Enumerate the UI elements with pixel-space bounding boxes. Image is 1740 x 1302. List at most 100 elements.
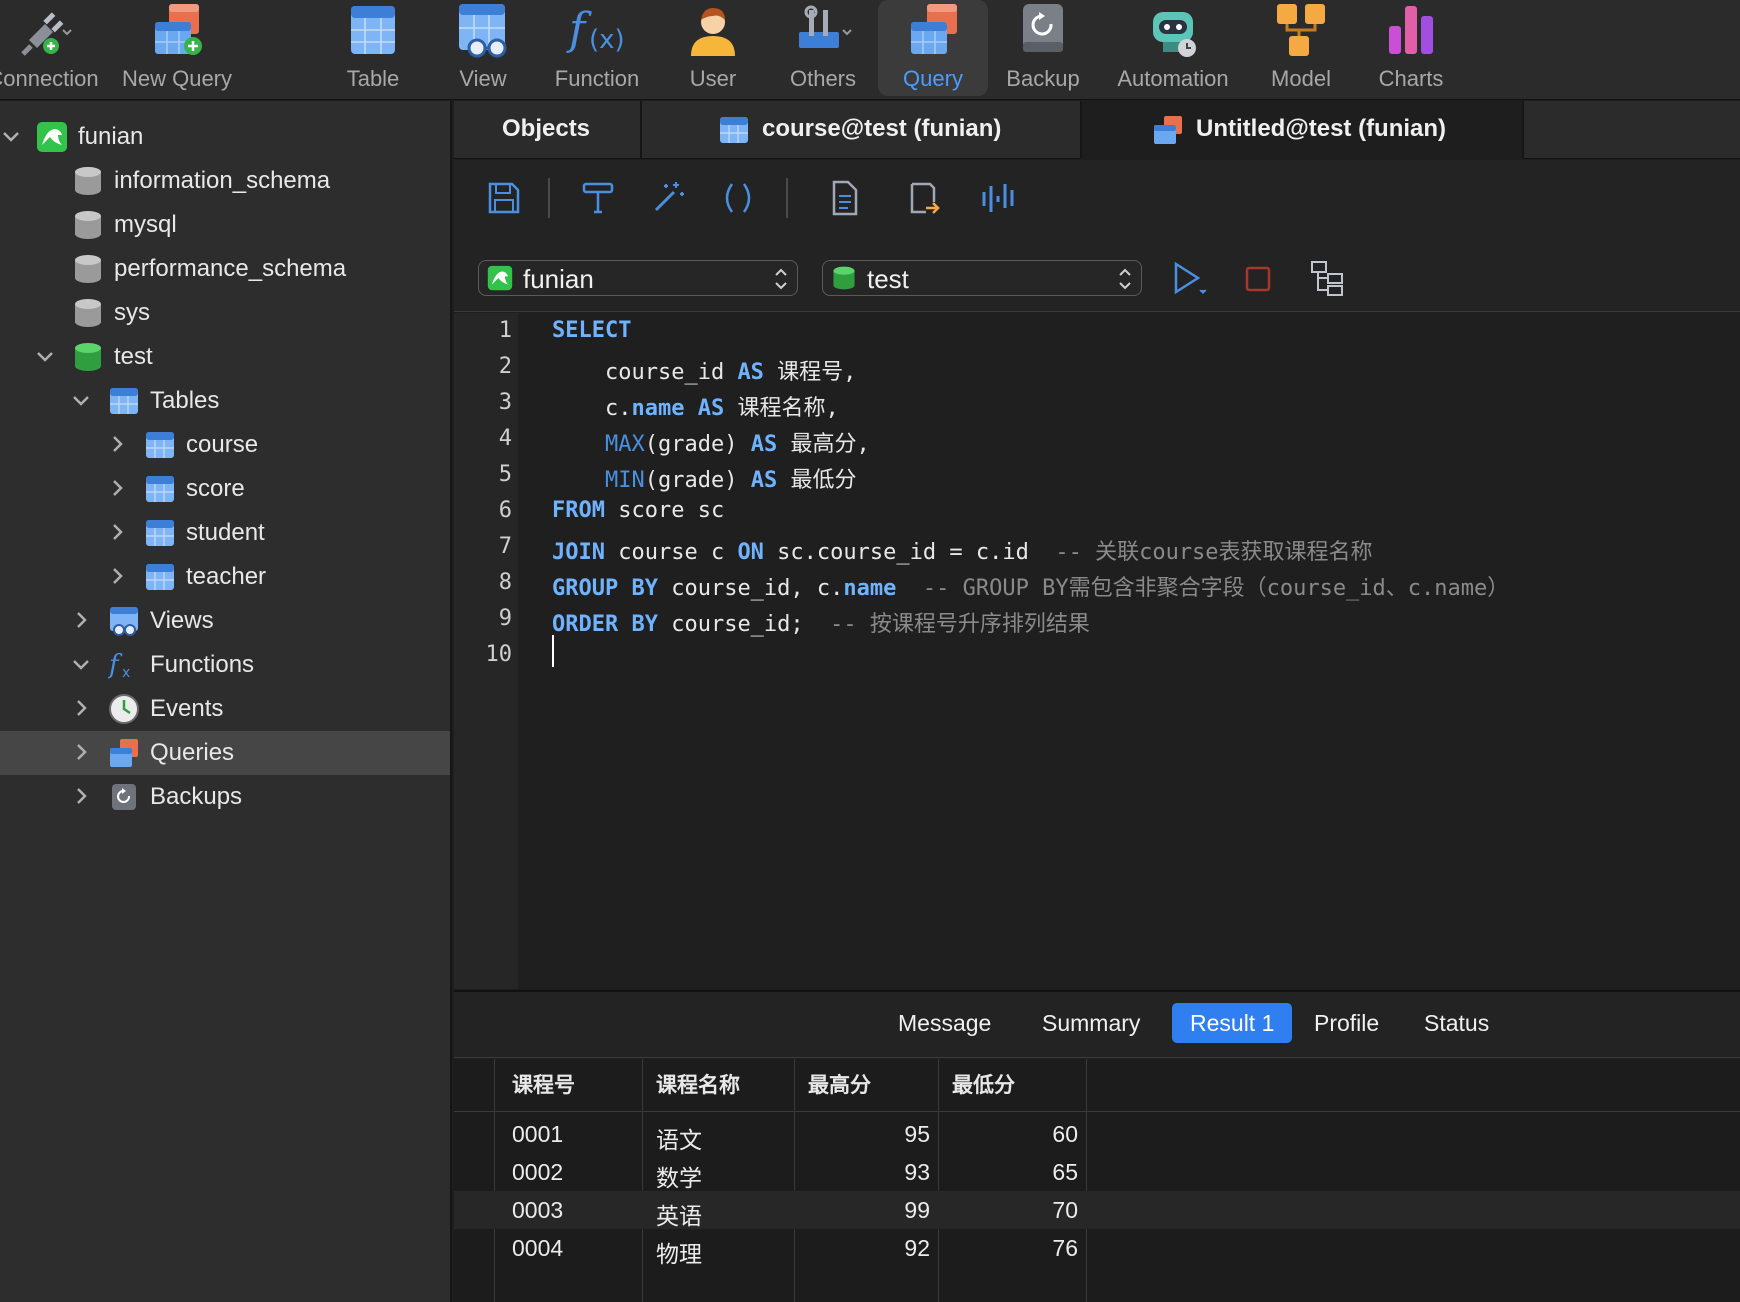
chevron-right-icon[interactable] [70,785,92,807]
cell[interactable]: 0003 [512,1197,563,1224]
cell[interactable]: 92 [804,1235,930,1262]
tree-views-folder[interactable]: Views [0,599,450,643]
tree-db-sys[interactable]: sys [0,291,450,335]
tree-db-information-schema[interactable]: information_schema [0,159,450,203]
document-icon[interactable] [824,178,864,218]
beautify-sql-icon[interactable] [578,178,618,218]
tree-table-student[interactable]: student [0,511,450,555]
code-token: -- 按课程号升序排列结果 [830,612,1090,637]
cell[interactable]: 76 [948,1235,1078,1262]
chevron-down-icon[interactable] [70,653,92,675]
line-number: 1 [498,318,512,343]
cell[interactable]: 语文 [656,1121,702,1155]
chevron-right-icon[interactable] [70,609,92,631]
run-play-icon[interactable] [1168,258,1208,298]
cell[interactable]: 数学 [656,1159,702,1193]
tree-db-test[interactable]: test [0,335,450,379]
chevron-down-icon[interactable] [0,125,22,147]
code-token: JOIN [552,540,605,565]
tree-table-teacher[interactable]: teacher [0,555,450,599]
column-header-min-score[interactable]: 最低分 [952,1069,1015,1099]
chevron-right-icon[interactable] [106,565,128,587]
chevron-right-icon[interactable] [70,741,92,763]
toolbar-charts-button[interactable]: Charts [1356,0,1466,96]
result-tab-summary[interactable]: Summary [1024,1003,1158,1043]
table-icon [720,117,748,143]
table-row[interactable]: 0003 英语 99 70 [454,1191,1740,1229]
stop-icon[interactable] [1238,258,1278,298]
cell[interactable]: 60 [948,1121,1078,1148]
cell[interactable]: 70 [948,1197,1078,1224]
database-select[interactable]: test [822,260,1142,296]
table-row[interactable]: 0001 语文 95 60 [454,1115,1740,1153]
chevron-down-icon[interactable] [34,345,56,367]
tree-backups-folder[interactable]: Backups [0,775,450,819]
column-header-course-id[interactable]: 课程号 [512,1069,575,1099]
chevron-right-icon[interactable] [106,433,128,455]
tree-queries-folder[interactable]: Queries [0,731,450,775]
tree-table-score[interactable]: score [0,467,450,511]
tab-untitled-query[interactable]: Untitled@test (funian) [1082,101,1524,159]
line-number: 6 [498,498,512,523]
cell[interactable]: 93 [804,1159,930,1186]
table-icon [146,476,174,502]
chevron-down-icon[interactable] [70,389,92,411]
tree-tables-folder[interactable]: Tables [0,379,450,423]
export-snippet-icon[interactable] [904,178,944,218]
tree-label: Views [150,607,214,634]
code-token: ON [737,540,764,565]
toolbar-automation-button[interactable]: Automation [1117,0,1229,96]
tree-table-course[interactable]: course [0,423,450,467]
table-row[interactable]: 0002 数学 93 65 [454,1153,1740,1191]
toolbar-backup-button[interactable]: Backup [988,0,1098,96]
cell[interactable]: 物理 [656,1235,702,1269]
result-tab-message[interactable]: Message [880,1003,1009,1043]
mysql-connection-icon [487,265,513,291]
cell[interactable]: 99 [804,1197,930,1224]
save-icon[interactable] [484,178,524,218]
code-line-2: course_id AS 课程号, [552,354,856,386]
result-tab-result-1[interactable]: Result 1 [1172,1003,1293,1043]
tree-functions-folder[interactable]: f x Functions [0,643,450,687]
cell[interactable]: 95 [804,1121,930,1148]
toolbar-connection-button[interactable]: Connection [0,0,99,96]
code-token: (grade) [644,432,751,457]
table-icon [351,6,395,54]
tree-label: test [114,343,153,370]
tree-events-folder[interactable]: Events [0,687,450,731]
toolbar-function-button[interactable]: f (x) Function [542,0,652,96]
query-icon [110,739,138,767]
column-header-max-score[interactable]: 最高分 [808,1069,871,1099]
cell[interactable]: 0004 [512,1235,563,1262]
chevron-right-icon[interactable] [106,521,128,543]
cell[interactable]: 英语 [656,1197,702,1231]
result-tab-profile[interactable]: Profile [1296,1003,1397,1043]
connection-select[interactable]: funian [478,260,798,296]
tree-label: course [186,431,259,458]
result-tab-status[interactable]: Status [1406,1003,1507,1043]
cell[interactable]: 0001 [512,1121,563,1148]
sql-editor[interactable]: 1 2 3 4 5 6 7 8 9 10 SELECT course_id AS… [454,313,1740,989]
parentheses-icon[interactable] [718,178,758,218]
code-token: 最高分, [777,432,870,457]
tree-connection-funian[interactable]: funian [0,115,450,159]
toolbar-separator [548,178,550,218]
chevron-right-icon[interactable] [70,697,92,719]
chevron-right-icon[interactable] [106,477,128,499]
column-header-course-name[interactable]: 课程名称 [656,1069,740,1099]
cell[interactable]: 0002 [512,1159,563,1186]
tree-db-mysql[interactable]: mysql [0,203,450,247]
toolbar-backup-label: Backup [1006,66,1080,91]
toolbar-new-query-button[interactable]: New Query [122,0,232,96]
tree-db-performance-schema[interactable]: performance_schema [0,247,450,291]
tab-course-table[interactable]: course@test (funian) [642,101,1082,159]
explain-chart-icon[interactable] [978,178,1018,218]
explain-plan-icon[interactable] [1308,258,1348,298]
result-grid: 课程号 课程名称 最高分 最低分 0001 语文 95 60 0002 数学 9… [454,1059,1740,1302]
code-token: name [843,576,897,601]
cell[interactable]: 65 [948,1159,1078,1186]
tab-objects[interactable]: Objects [454,101,642,159]
magic-wand-icon[interactable] [648,178,688,218]
database-icon [75,299,101,327]
table-row[interactable]: 0004 物理 92 76 [454,1229,1740,1267]
